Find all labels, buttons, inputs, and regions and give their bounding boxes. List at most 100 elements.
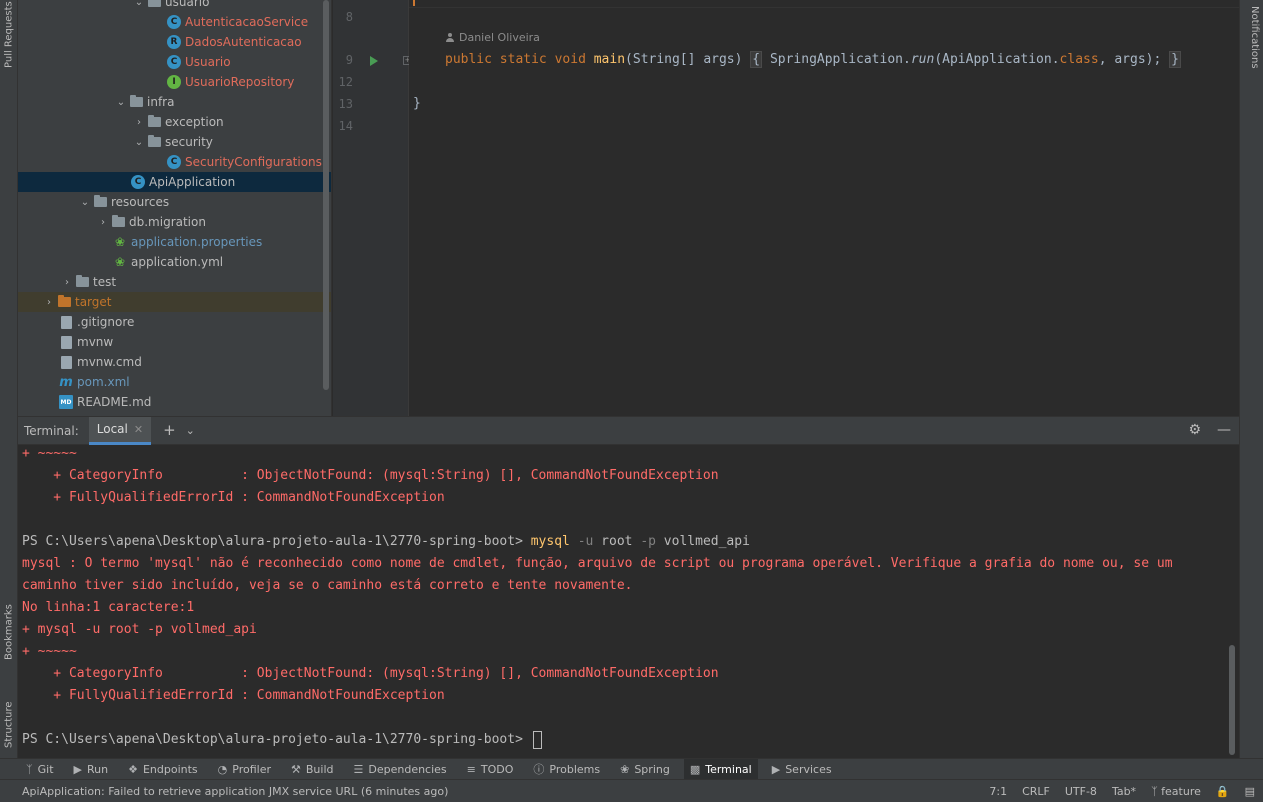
bookmarks-tab[interactable]: Bookmarks xyxy=(1,585,17,660)
tree-item-security[interactable]: ⌄ security xyxy=(18,132,331,152)
chevron-down-icon[interactable]: ⌄ xyxy=(77,197,93,208)
code-token: , args); xyxy=(1098,52,1162,67)
tree-item-dadosautenticacao[interactable]: R DadosAutenticacao xyxy=(18,32,331,52)
tool-label: Run xyxy=(86,762,109,776)
tool-todo[interactable]: ≡ TODO xyxy=(467,763,514,776)
tree-scrollbar[interactable] xyxy=(323,0,329,390)
tool-spring[interactable]: ❀ Spring xyxy=(620,763,670,776)
chevron-down-icon[interactable]: ⌄ xyxy=(186,425,195,436)
tree-item-test[interactable]: › test xyxy=(18,272,331,292)
tree-item-mvnw[interactable]: mvnw xyxy=(18,332,331,352)
lock-icon[interactable]: 🔒 xyxy=(1216,785,1230,798)
folder-icon xyxy=(147,0,161,9)
terminal-output[interactable]: + ~~~~~ + CategoryInfo : ObjectNotFound:… xyxy=(18,445,1239,758)
terminal-line: + ~~~~~ xyxy=(22,644,77,659)
tree-item-gitignore[interactable]: .gitignore xyxy=(18,312,331,332)
chevron-right-icon[interactable]: › xyxy=(59,277,75,288)
code-line-9: public static void main(String[] args) {… xyxy=(445,51,1181,68)
chevron-down-icon[interactable]: ⌄ xyxy=(113,97,129,108)
line-separator[interactable]: CRLF xyxy=(1022,785,1050,798)
terminal-prompt-line: PS C:\Users\apena\Desktop\alura-projeto-… xyxy=(22,531,750,553)
tree-item-label: Usuario xyxy=(185,55,231,69)
tool-build[interactable]: ⚒ Build xyxy=(291,763,334,776)
new-tab-plus-icon[interactable]: + xyxy=(163,423,176,438)
gear-icon[interactable]: ⚙ xyxy=(1188,422,1201,438)
fold-brace[interactable]: } xyxy=(1169,51,1181,68)
terminal-scrollbar[interactable] xyxy=(1229,645,1235,755)
tree-item-infra[interactable]: ⌄ infra xyxy=(18,92,331,112)
markdown-icon: MD xyxy=(59,395,73,409)
tree-item-readme[interactable]: MD README.md xyxy=(18,392,331,412)
author-hint[interactable]: Daniel Oliveira xyxy=(445,31,540,44)
tool-services[interactable]: ▶ Services xyxy=(772,763,832,776)
tree-item-mvnw-cmd[interactable]: mvnw.cmd xyxy=(18,352,331,372)
chevron-down-icon[interactable]: ⌄ xyxy=(131,0,147,8)
endpoints-icon: ❖ xyxy=(128,762,138,776)
tree-item-application-yml[interactable]: ❀ application.yml xyxy=(18,252,331,272)
chevron-right-icon[interactable]: › xyxy=(41,297,57,308)
terminal-current-prompt[interactable]: PS C:\Users\apena\Desktop\alura-projeto-… xyxy=(22,729,542,751)
tree-item-apiapplication[interactable]: C ApiApplication xyxy=(18,172,331,192)
tool-label: Profiler xyxy=(232,762,271,776)
tree-item-label: exception xyxy=(165,115,224,129)
terminal-line: + ~~~~~ xyxy=(22,446,77,461)
line-number: 12 xyxy=(338,75,353,89)
chevron-right-icon[interactable]: › xyxy=(95,217,111,228)
terminal-title: Terminal: xyxy=(24,423,79,438)
tree-item-target[interactable]: › target xyxy=(18,292,331,312)
tool-endpoints[interactable]: ❖ Endpoints xyxy=(128,763,198,776)
terminal-line: + mysql -u root -p vollmed_api xyxy=(22,622,257,637)
tool-label: TODO xyxy=(480,762,514,776)
tree-item-exception[interactable]: › exception xyxy=(18,112,331,132)
tree-item-usuario[interactable]: ⌄ usuario xyxy=(18,0,331,12)
indent-setting[interactable]: Tab* xyxy=(1112,785,1136,798)
run-gutter-icon[interactable] xyxy=(370,56,378,66)
pull-requests-tab[interactable]: Pull Requests xyxy=(1,1,17,68)
caret-position[interactable]: 7:1 xyxy=(989,785,1007,798)
tree-item-db-migration[interactable]: › db.migration xyxy=(18,212,331,232)
tree-item-label: test xyxy=(93,275,117,289)
tool-run[interactable]: ▶ Run xyxy=(74,763,109,776)
terminal-tab-local[interactable]: Local ✕ xyxy=(88,416,152,445)
code-editor[interactable]: Daniel Oliveira public static void main(… xyxy=(409,0,1239,416)
tool-terminal[interactable]: ▩ Terminal xyxy=(683,759,758,779)
tree-item-application-properties[interactable]: ❀ application.properties xyxy=(18,232,331,252)
class-icon: C xyxy=(167,15,181,29)
memory-icon[interactable]: ▤ xyxy=(1245,785,1255,798)
chevron-right-icon[interactable]: › xyxy=(131,117,147,128)
tool-dependencies[interactable]: ☰ Dependencies xyxy=(354,763,447,776)
tool-label: Services xyxy=(785,762,832,776)
tree-item-resources[interactable]: ⌄ resources xyxy=(18,192,331,212)
resources-folder-icon xyxy=(93,195,107,209)
file-encoding[interactable]: UTF-8 xyxy=(1065,785,1097,798)
minimize-icon[interactable]: — xyxy=(1217,422,1231,438)
class-icon: C xyxy=(167,55,181,69)
folder-icon xyxy=(57,295,71,309)
tool-problems[interactable]: ⓘ Problems xyxy=(533,761,600,777)
tree-item-label: target xyxy=(75,295,112,309)
tree-item-pom-xml[interactable]: m pom.xml xyxy=(18,372,331,392)
run-icon: ▶ xyxy=(73,762,82,776)
tool-profiler[interactable]: ◔ Profiler xyxy=(218,763,271,776)
terminal-line: No linha:1 caractere:1 xyxy=(22,600,195,615)
pull-requests-label: Pull Requests xyxy=(3,1,15,68)
leaf-icon: ❀ xyxy=(620,762,630,776)
fold-brace[interactable]: { xyxy=(750,51,763,68)
editor-gutter: 8 9 + 12 13 14 xyxy=(333,0,412,416)
chevron-down-icon[interactable]: ⌄ xyxy=(131,137,147,148)
tool-git[interactable]: ᛉ Git xyxy=(26,763,54,776)
close-icon[interactable]: ✕ xyxy=(134,423,143,436)
tree-item-usuario-class[interactable]: C Usuario xyxy=(18,52,331,72)
folder-icon xyxy=(111,215,125,229)
git-branch-widget[interactable]: ᛉ feature xyxy=(1151,785,1201,798)
tree-item-usuariorepository[interactable]: I UsuarioRepository xyxy=(18,72,331,92)
structure-label: Structure xyxy=(3,701,15,748)
structure-tab[interactable]: Structure xyxy=(1,680,17,748)
tool-label: Endpoints xyxy=(142,762,198,776)
tree-item-label: pom.xml xyxy=(77,375,130,389)
status-message[interactable]: ApiApplication: Failed to retrieve appli… xyxy=(22,785,448,798)
tree-item-autenticacaoservice[interactable]: C AutenticacaoService xyxy=(18,12,331,32)
notifications-tab[interactable]: Notifications xyxy=(1249,6,1260,69)
tree-item-label: db.migration xyxy=(129,215,206,229)
tree-item-securityconfigurations[interactable]: C SecurityConfigurations xyxy=(18,152,331,172)
